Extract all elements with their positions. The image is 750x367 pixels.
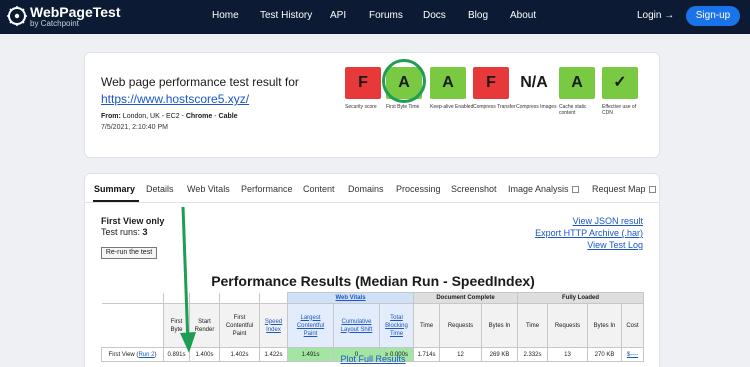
- nav-blog[interactable]: Blog: [468, 10, 488, 22]
- lcp-link[interactable]: Largest Contentful Paint: [297, 315, 324, 337]
- plot-full-results-link[interactable]: Plot Full Results: [85, 354, 661, 365]
- nav-api[interactable]: API: [330, 10, 346, 22]
- table-blank-cell: [219, 292, 260, 304]
- external-link-icon: [648, 186, 656, 193]
- tab-web-vitals[interactable]: Web Vitals: [187, 184, 230, 195]
- row-label-header: [101, 303, 164, 348]
- grade-label-compress-transfer: Compress Transfer: [473, 104, 516, 110]
- top-nav: WebPageTest by Catchpoint Home Test Hist…: [0, 0, 750, 34]
- tabs-divider: [85, 202, 659, 203]
- nav-forums[interactable]: Forums: [369, 10, 403, 22]
- document-complete-group-header: Document Complete: [413, 292, 518, 304]
- results-card: Summary Details Web Vitals Performance C…: [84, 173, 660, 367]
- tab-request-map-label: Request Map: [592, 184, 646, 194]
- plot-full-results-label[interactable]: Plot Full Results: [340, 354, 405, 364]
- performance-results-title: Performance Results (Median Run - SpeedI…: [211, 273, 535, 289]
- grade-label-keep-alive: Keep-alive Enabled: [430, 104, 474, 110]
- tbt-link[interactable]: Total Blocking Time: [385, 315, 408, 337]
- header-tbt[interactable]: Total Blocking Time: [379, 303, 414, 348]
- first-view-title: First View only: [101, 216, 165, 226]
- header-doc-requests: Requests: [439, 303, 482, 348]
- test-location: From: London, UK - EC2 - Chrome - Cable: [101, 112, 238, 121]
- grade-compress-images[interactable]: N/A: [516, 67, 552, 99]
- tab-details[interactable]: Details: [146, 184, 174, 195]
- grade-label-compress-images: Compress Images: [516, 104, 557, 110]
- annotation-arrow-icon: [180, 206, 196, 353]
- test-runs-value: 3: [142, 227, 148, 237]
- webpagetest-logo-icon[interactable]: [6, 5, 28, 27]
- view-test-log-link[interactable]: View Test Log: [587, 240, 643, 251]
- from-label: From:: [101, 113, 121, 120]
- tab-request-map[interactable]: Request Map: [592, 184, 656, 195]
- grade-cdn[interactable]: ✓: [602, 67, 638, 99]
- from-location: London, UK - EC2 -: [122, 113, 186, 120]
- test-date: 7/5/2021, 2:10:40 PM: [101, 124, 168, 131]
- brand-name[interactable]: WebPageTest: [30, 4, 121, 20]
- header-first-contentful-paint: First Contentful Paint: [219, 303, 260, 348]
- tab-image-analysis-label: Image Analysis: [508, 184, 569, 194]
- header-full-bytes: Bytes In: [587, 303, 622, 348]
- tab-processing[interactable]: Processing: [396, 184, 441, 195]
- grade-label-first-byte: First Byte Time: [386, 104, 420, 110]
- web-vitals-link[interactable]: Web Vitals: [335, 295, 365, 301]
- fully-loaded-group-header: Fully Loaded: [517, 292, 644, 304]
- header-doc-bytes: Bytes In: [481, 303, 518, 348]
- rerun-test-button[interactable]: Re-run the test: [101, 247, 157, 259]
- web-vitals-group-header[interactable]: Web Vitals: [287, 292, 414, 304]
- tab-content[interactable]: Content: [303, 184, 335, 195]
- grade-compress-transfer[interactable]: F: [473, 67, 509, 99]
- tested-url-link[interactable]: https://www.hostscore5.xyz/: [101, 92, 249, 106]
- tab-performance[interactable]: Performance: [241, 184, 293, 195]
- header-full-requests: Requests: [547, 303, 588, 348]
- nav-docs[interactable]: Docs: [423, 10, 446, 22]
- header-cls[interactable]: Cumulative Layout Shift: [333, 303, 380, 348]
- grade-cache-static[interactable]: A: [559, 67, 595, 99]
- signup-button[interactable]: Sign-up: [686, 6, 740, 26]
- header-full-time: Time: [517, 303, 548, 348]
- nav-about[interactable]: About: [510, 10, 536, 22]
- tab-image-analysis[interactable]: Image Analysis: [508, 184, 579, 195]
- result-summary-card: Web page performance test result for htt…: [84, 52, 660, 158]
- grade-security[interactable]: F: [345, 67, 381, 99]
- external-link-icon: [571, 186, 579, 193]
- nav-home[interactable]: Home: [212, 10, 239, 22]
- table-corner-cell: [101, 292, 164, 304]
- header-lcp[interactable]: Largest Contentful Paint: [287, 303, 334, 348]
- grade-label-security: Security score: [345, 104, 377, 110]
- grade-label-cache-static: Cache static content: [559, 104, 587, 116]
- header-speed-index[interactable]: Speed Index: [259, 303, 288, 348]
- table-blank-cell: [259, 292, 288, 304]
- export-har-link[interactable]: Export HTTP Archive (.har): [535, 228, 643, 239]
- nav-test-history[interactable]: Test History: [260, 10, 312, 22]
- browser-name: Chrome: [185, 113, 213, 120]
- brand-subtitle: by Catchpoint: [30, 19, 79, 28]
- grade-keep-alive[interactable]: A: [430, 67, 466, 99]
- view-json-link[interactable]: View JSON result: [573, 216, 643, 227]
- tab-summary[interactable]: Summary: [94, 184, 135, 195]
- login-link[interactable]: Login →: [637, 10, 674, 22]
- connection-type: Cable: [218, 113, 238, 120]
- tab-screenshot[interactable]: Screenshot: [451, 184, 497, 195]
- grade-label-cdn: Effective use of CDN: [602, 104, 637, 116]
- speed-index-link[interactable]: Speed Index: [265, 319, 282, 333]
- test-runs-label: Test runs:: [101, 227, 143, 237]
- header-doc-time: Time: [413, 303, 440, 348]
- header-cost: Cost: [621, 303, 644, 348]
- test-runs: Test runs: 3: [101, 227, 148, 238]
- tab-domains[interactable]: Domains: [348, 184, 384, 195]
- highlight-circle: [382, 59, 426, 103]
- result-headline: Web page performance test result for: [101, 75, 299, 89]
- cls-link[interactable]: Cumulative Layout Shift: [341, 319, 373, 333]
